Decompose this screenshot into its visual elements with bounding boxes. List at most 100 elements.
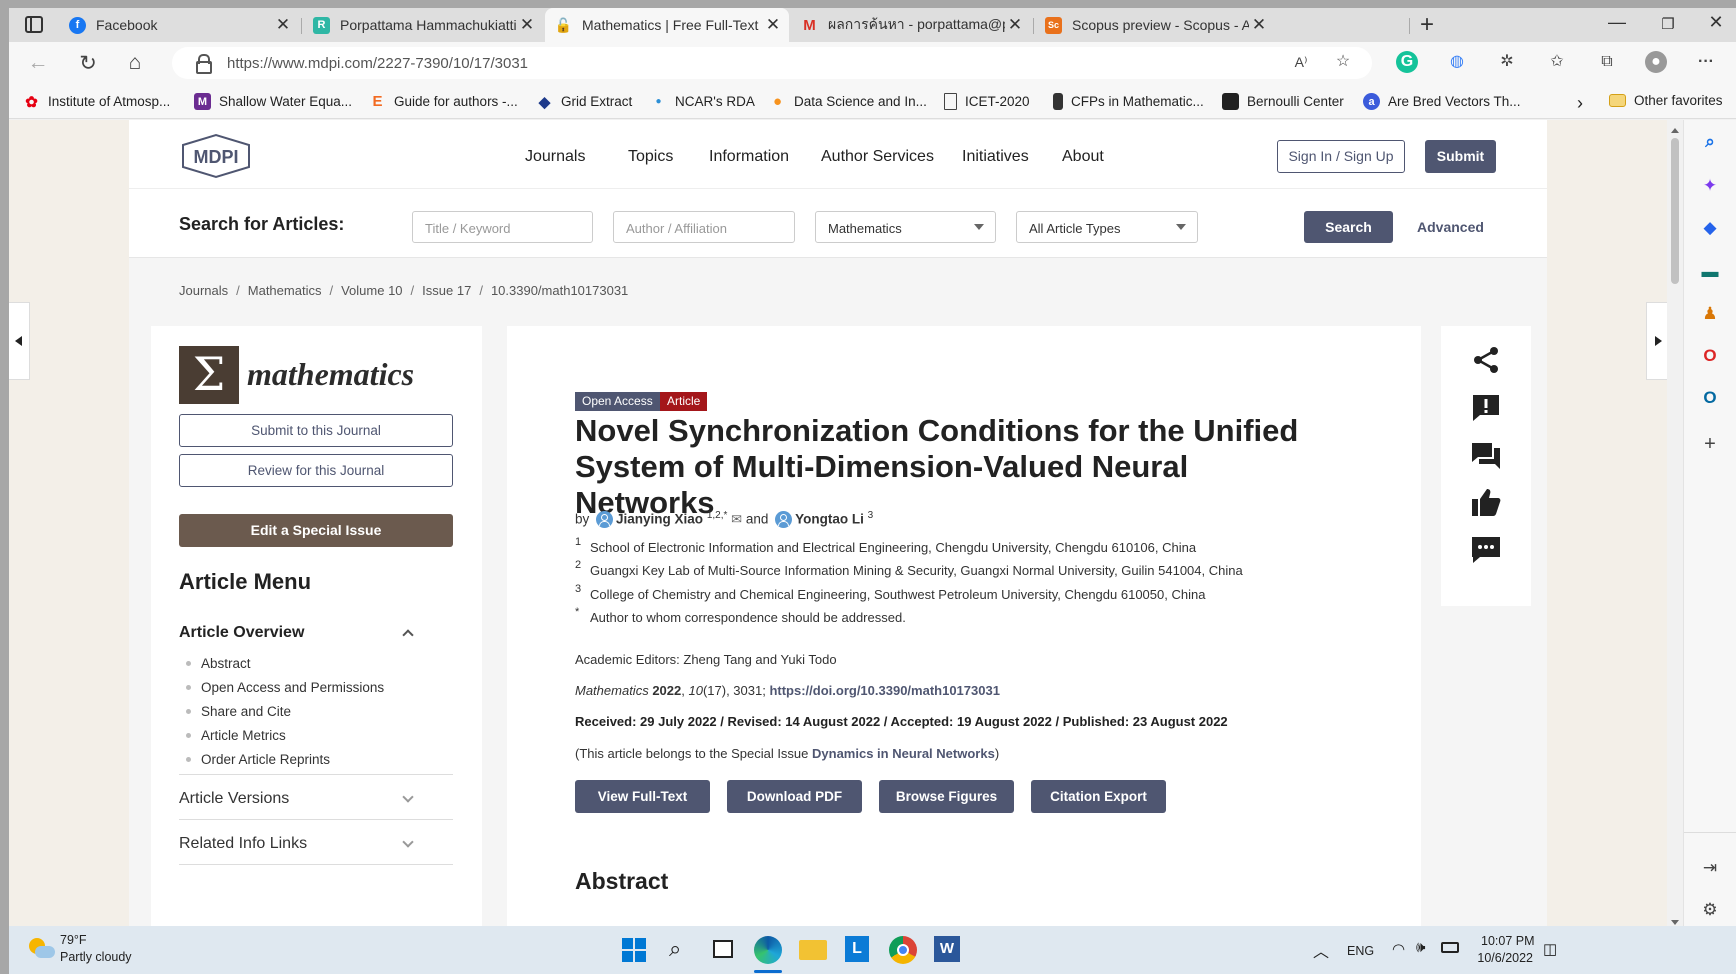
nav-author-services[interactable]: Author Services	[821, 148, 934, 166]
nav-information[interactable]: Information	[709, 148, 789, 166]
overview-item-share-cite[interactable]: Share and Cite	[185, 704, 384, 728]
lock-icon[interactable]	[196, 54, 212, 74]
close-icon[interactable]: ✕	[763, 15, 783, 35]
search-icon[interactable]: ⌕	[1700, 132, 1720, 152]
nav-about[interactable]: About	[1062, 148, 1104, 166]
temperature[interactable]: 79°F	[60, 933, 87, 947]
breadcrumb-volume[interactable]: Volume 10	[341, 283, 402, 298]
word-icon[interactable]: W	[934, 936, 960, 962]
refresh-icon[interactable]: ↻	[75, 51, 101, 76]
office-icon[interactable]: O	[1700, 346, 1720, 366]
home-icon[interactable]: ⌂	[122, 51, 148, 75]
scroll-up-icon[interactable]	[1671, 124, 1679, 133]
doi-link[interactable]: https://doi.org/10.3390/math10173031	[769, 683, 999, 698]
like-icon[interactable]	[1470, 486, 1502, 518]
close-icon[interactable]: ✕	[1249, 15, 1269, 35]
favorite-item[interactable]: E Guide for authors -...	[369, 93, 517, 110]
window-close-icon[interactable]: ✕	[1704, 12, 1728, 33]
citation-export-button[interactable]: Citation Export	[1031, 780, 1166, 813]
outlook-icon[interactable]: O	[1700, 388, 1720, 408]
new-tab-button[interactable]: +	[1420, 11, 1434, 39]
chevron-up-icon[interactable]	[402, 629, 414, 641]
weather-text[interactable]: Partly cloudy	[60, 950, 132, 964]
tab-scopus[interactable]: Sc Scopus preview - Scopus - Advar ✕	[1035, 8, 1275, 42]
settings-gear-icon[interactable]: ⚙	[1700, 900, 1720, 920]
restore-icon[interactable]: ❐	[1656, 15, 1680, 33]
submit-button[interactable]: Submit	[1425, 140, 1496, 173]
article-type-select[interactable]: All Article Types	[1016, 211, 1198, 243]
left-panel-toggle[interactable]	[9, 302, 30, 380]
tab-researchgate[interactable]: R Porpattama Hammachukiattikul | ✕	[303, 8, 543, 42]
sign-in-button[interactable]: Sign In / Sign Up	[1277, 140, 1405, 173]
chevron-right-icon[interactable]: ›	[1577, 93, 1583, 114]
author-affiliation-input[interactable]: Author / Affiliation	[613, 211, 795, 243]
breadcrumb-mathematics[interactable]: Mathematics	[248, 283, 322, 298]
tab-actions-icon[interactable]	[25, 16, 43, 33]
hide-sidebar-icon[interactable]: ⇥	[1700, 858, 1720, 878]
download-pdf-button[interactable]: Download PDF	[727, 780, 862, 813]
clock-date[interactable]: 10/6/2022	[1473, 951, 1533, 965]
wifi-icon[interactable]: ◠	[1392, 940, 1405, 958]
share-icon[interactable]	[1470, 344, 1502, 376]
favorites-icon[interactable]: ✩	[1546, 51, 1568, 73]
language-indicator[interactable]: ENG	[1347, 944, 1374, 958]
tab-facebook[interactable]: f Facebook ✕	[59, 8, 299, 42]
extension-globe-icon[interactable]: ◍	[1446, 51, 1468, 73]
mdpi-logo-icon[interactable]: MDPI	[179, 133, 253, 179]
article-overview-toggle[interactable]: Article Overview	[179, 624, 304, 642]
profile-icon[interactable]: ●	[1645, 51, 1667, 73]
advanced-search-link[interactable]: Advanced	[1417, 219, 1484, 235]
overview-item-abstract[interactable]: Abstract	[185, 656, 384, 680]
favorite-item[interactable]: ✿ Institute of Atmosp...	[23, 93, 170, 111]
chevron-up-icon[interactable]: ︿	[1313, 938, 1329, 962]
title-keyword-input[interactable]: Title / Keyword	[412, 211, 593, 243]
chrome-icon[interactable]	[889, 936, 917, 964]
tab-mathematics[interactable]: 🔓 Mathematics | Free Full-Text | Nc ✕	[545, 8, 789, 42]
favorite-item[interactable]: a Are Bred Vectors Th...	[1363, 93, 1521, 110]
l-app-icon[interactable]: L	[845, 936, 869, 962]
special-issue-link[interactable]: Dynamics in Neural Networks	[812, 746, 995, 761]
favorite-item[interactable]: CFPs in Mathematic...	[1053, 93, 1204, 110]
file-explorer-icon[interactable]	[799, 940, 827, 960]
email-icon[interactable]: ✉	[731, 512, 742, 527]
chevron-down-icon[interactable]	[402, 836, 414, 848]
favorite-item[interactable]: ● NCAR's RDA	[650, 93, 754, 110]
submit-to-journal-button[interactable]: Submit to this Journal	[179, 414, 453, 447]
right-panel-toggle[interactable]	[1646, 302, 1667, 380]
shopping-icon[interactable]: ◆	[1700, 218, 1720, 238]
scroll-thumb[interactable]	[1671, 138, 1679, 284]
comments-icon[interactable]	[1470, 440, 1502, 472]
favorite-item[interactable]: ICET-2020	[944, 93, 1030, 110]
extensions-icon[interactable]: ✲	[1496, 51, 1518, 73]
grammarly-icon[interactable]: G	[1396, 51, 1418, 73]
breadcrumb-journals[interactable]: Journals	[179, 283, 228, 298]
edge-icon[interactable]	[754, 936, 782, 964]
nav-topics[interactable]: Topics	[628, 148, 673, 166]
start-icon[interactable]	[622, 938, 646, 962]
volume-icon[interactable]: 🕪	[1416, 939, 1425, 956]
overview-item-reprints[interactable]: Order Article Reprints	[185, 752, 384, 776]
tools-icon[interactable]: ▬	[1700, 262, 1720, 282]
edit-special-issue-button[interactable]: Edit a Special Issue	[179, 514, 453, 547]
task-view-icon[interactable]	[713, 940, 733, 958]
url-text[interactable]: https://www.mdpi.com/2227-7390/10/17/303…	[227, 55, 528, 72]
nav-initiatives[interactable]: Initiatives	[962, 148, 1029, 166]
add-icon[interactable]: +	[1700, 434, 1720, 454]
discover-icon[interactable]: ✦	[1700, 176, 1720, 196]
close-icon[interactable]: ✕	[517, 15, 537, 35]
review-for-journal-button[interactable]: Review for this Journal	[179, 454, 453, 487]
article-versions-toggle[interactable]: Article Versions	[179, 790, 289, 808]
read-aloud-icon[interactable]: A⁾	[1290, 51, 1312, 73]
other-favorites[interactable]: Other favorites	[1609, 93, 1723, 108]
favorite-item[interactable]: Bernoulli Center	[1222, 93, 1344, 110]
address-bar[interactable]: https://www.mdpi.com/2227-7390/10/17/303…	[172, 47, 1372, 79]
clock-time[interactable]: 10:07 PM	[1481, 934, 1535, 948]
add-favorite-icon[interactable]: ☆	[1332, 51, 1354, 73]
overview-item-metrics[interactable]: Article Metrics	[185, 728, 384, 752]
nav-journals[interactable]: Journals	[525, 148, 585, 166]
browse-figures-button[interactable]: Browse Figures	[879, 780, 1014, 813]
author-2[interactable]: Yongtao Li	[795, 512, 864, 527]
more-icon[interactable]: ···	[1695, 51, 1717, 73]
author-1[interactable]: Jianying Xiao	[616, 512, 703, 527]
view-full-text-button[interactable]: View Full-Text	[575, 780, 710, 813]
